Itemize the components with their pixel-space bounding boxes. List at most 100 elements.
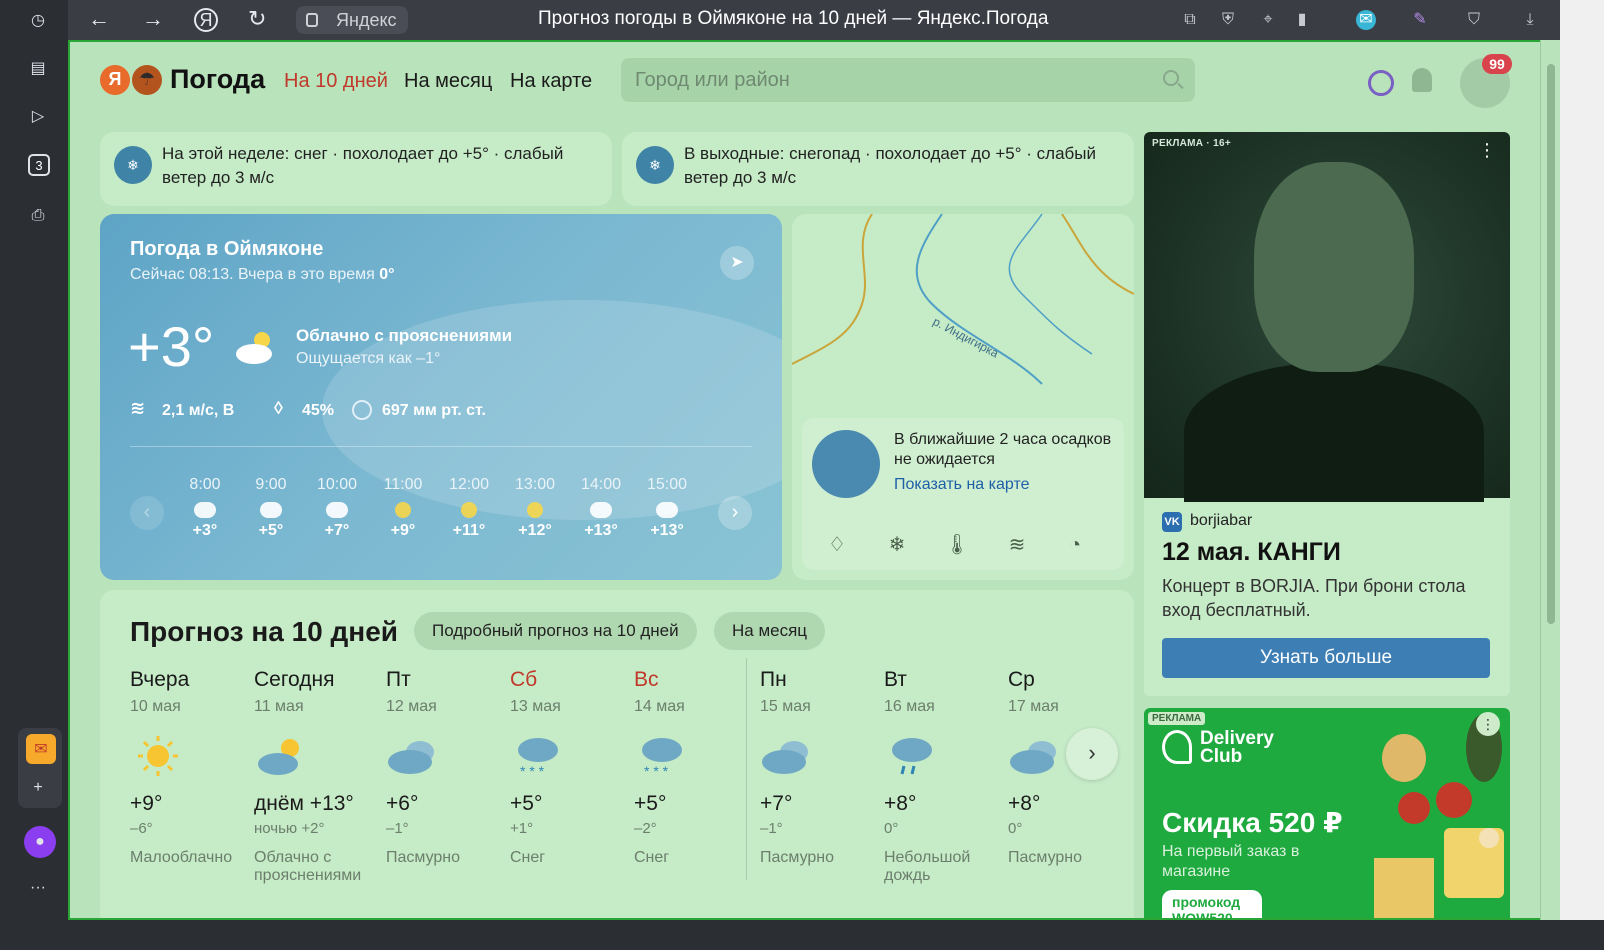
add-panel-icon[interactable]: + [24,774,52,802]
partly-cloudy-icon [194,502,216,518]
day-condition: Небольшой дождь [884,849,971,884]
ad-description: Концерт в BORJIA. При брони стола вход б… [1162,576,1466,620]
forecast-day[interactable]: Вт 16 мая +8° 0° Небольшой дождь [884,668,1008,885]
hour-time: 11:00 [383,476,423,493]
ad-headline: 12 мая. КАНГИ [1162,538,1341,566]
yandex-icon[interactable]: Я [194,8,218,32]
weather-page: Я ☂ Погода На 10 дней На месяц На карте … [68,40,1560,920]
mail-icon[interactable]: ✉ [26,734,56,764]
ten-day-forecast: Прогноз на 10 дней Подробный прогноз на … [100,590,1134,918]
site-logo[interactable]: Я ☂ Погода [100,64,265,95]
bookmark-icon[interactable]: ▮ [1292,10,1312,30]
show-on-map-link[interactable]: Показать на карте [894,476,1029,494]
day-condition: Снег [510,849,546,866]
forecast-day[interactable]: Пт 12 мая +6° –1° Пасмурно [386,668,510,867]
day-condition: Пасмурно [1008,849,1083,866]
scrollbar[interactable] [1540,40,1560,920]
notifications-badge: 99 [1482,54,1512,74]
scrollbar-thumb[interactable] [1547,64,1555,624]
yandex-plus-icon[interactable] [1368,70,1394,96]
alice-icon[interactable]: ● [24,826,56,858]
more-icon[interactable]: ··· [24,874,52,902]
temperature-layer-icon[interactable]: 🌡 [944,532,970,558]
groceries-image [1374,714,1504,918]
day-low: 0° [1008,820,1023,837]
hours-next-button[interactable]: › [718,496,752,530]
tabs-count-icon[interactable]: 3 [28,154,50,176]
wind-layer-icon[interactable]: ≋ [1004,532,1030,558]
geolocation-icon[interactable]: ➤ [720,246,754,280]
hour-item: 10:00 +7° [312,476,362,540]
forecast-next-button[interactable]: › [1066,728,1118,780]
feather-icon[interactable]: ✎ [1410,10,1430,30]
vk-icon: VK [1162,512,1182,532]
now-prefix: Сейчас 08:13. Вчера в это время [130,266,375,283]
download-icon[interactable]: ⤓ [1520,10,1540,30]
history-icon[interactable]: ◷ [24,6,52,34]
weekend-summary-card[interactable]: ❄ В выходные: снегопад · похолодает до +… [622,132,1134,206]
precip-text: В ближайшие 2 часа осадков не ожидается [894,431,1112,468]
precipitation-layer-icon[interactable]: ♢ [824,532,850,558]
nav-10-days[interactable]: На 10 дней [284,70,388,93]
reload-icon[interactable]: ↻ [248,8,266,30]
ad-menu-icon[interactable]: ⋮ [1476,712,1500,736]
sun-icon [461,502,477,518]
snowflake-layer-icon[interactable]: ❄ [884,532,910,558]
forecast-day[interactable]: Вс 14 мая * * * +5° –2° Снег [634,668,758,867]
hour-time: 15:00 [646,476,688,493]
day-condition: Малооблачно [130,849,233,866]
day-low: –1° [760,820,783,837]
bell-icon[interactable] [1412,68,1432,92]
hour-time: 9:00 [255,476,287,493]
collections-icon[interactable]: ▤ [24,54,52,82]
protect-icon[interactable]: ⛨ [1218,10,1238,30]
ad-menu-icon[interactable]: ⋮ [1478,140,1496,161]
day-date: 10 мая [130,698,181,715]
day-date: 15 мая [760,698,811,715]
outer-bottom-area [0,920,1604,950]
partly-cloudy-icon [254,734,310,778]
ad-delivery-club[interactable]: РЕКЛАМА Delivery Club Скидка 520 ₽ На пе… [1144,708,1510,918]
nav-map[interactable]: На карте [510,70,592,93]
yandex-logo: Я [100,64,130,95]
location-icon[interactable]: ⌖ [1258,10,1278,30]
video-icon[interactable]: ▷ [24,102,52,130]
precipitation-map[interactable]: р. Индигирка В ближайшие 2 часа осадков … [792,214,1134,580]
month-forecast-button[interactable]: На месяц [714,612,826,650]
detail-forecast-button[interactable]: Подробный прогноз на 10 дней [414,612,697,650]
shield-icon[interactable]: ⛉ [1464,10,1484,30]
translate-icon[interactable]: ⧉ [1180,10,1200,30]
screenshot-icon[interactable]: ⎙ [24,202,52,230]
messenger-icon[interactable]: ✉ [1356,10,1376,30]
day-name: Сб [510,668,538,691]
condition-text: Облачно с прояснениями [296,326,513,345]
day-high: +5° [634,792,667,815]
nav-month[interactable]: На месяц [404,70,492,93]
hour-item: 9:00 +5° [246,476,296,540]
forecast-day[interactable]: Вчера 10 мая +9° –6° Малооблачно [130,668,254,867]
back-icon[interactable]: ← [88,8,110,30]
week-summary-text: На этой неделе: снег · похолодает до +5°… [162,144,564,187]
learn-more-button[interactable]: Узнать больше [1162,638,1490,678]
partly-cloudy-icon [236,332,272,364]
search-icon[interactable] [1163,70,1179,86]
umbrella-icon: ☂ [132,64,162,95]
forward-icon[interactable]: → [142,8,164,30]
hours-prev-button[interactable]: ‹ [130,496,164,530]
partly-cloudy-icon [590,502,612,518]
forecast-day[interactable]: Сегодня 11 мая днём +13° ночью +2° Облачно с… [254,668,378,885]
pressure-layer-icon[interactable]: ◔ [1062,532,1088,558]
search-input[interactable]: Город или район [621,58,1195,102]
day-low: +1° [510,820,534,837]
ad-concert[interactable]: РЕКЛАМА · 16+ ⋮ VK borjiabar 12 мая. КАН… [1144,132,1510,696]
humidity-icon: ◊ [274,398,283,418]
current-title[interactable]: Погода в Оймяконе [130,238,323,261]
forecast-day[interactable]: Пн 15 мая +7° –1° Пасмурно [760,668,884,867]
hour-temp: +12° [518,522,552,539]
day-high: +9° [130,792,163,815]
ad-label: РЕКЛАМА [1148,712,1206,725]
forecast-day[interactable]: Сб 13 мая * * * +5° +1° Снег [510,668,634,867]
hour-item: 15:00 +13° [642,476,692,540]
address-bar[interactable]: Яндекс [296,6,408,34]
week-summary-card[interactable]: ❄ На этой неделе: снег · похолодает до +… [100,132,612,206]
